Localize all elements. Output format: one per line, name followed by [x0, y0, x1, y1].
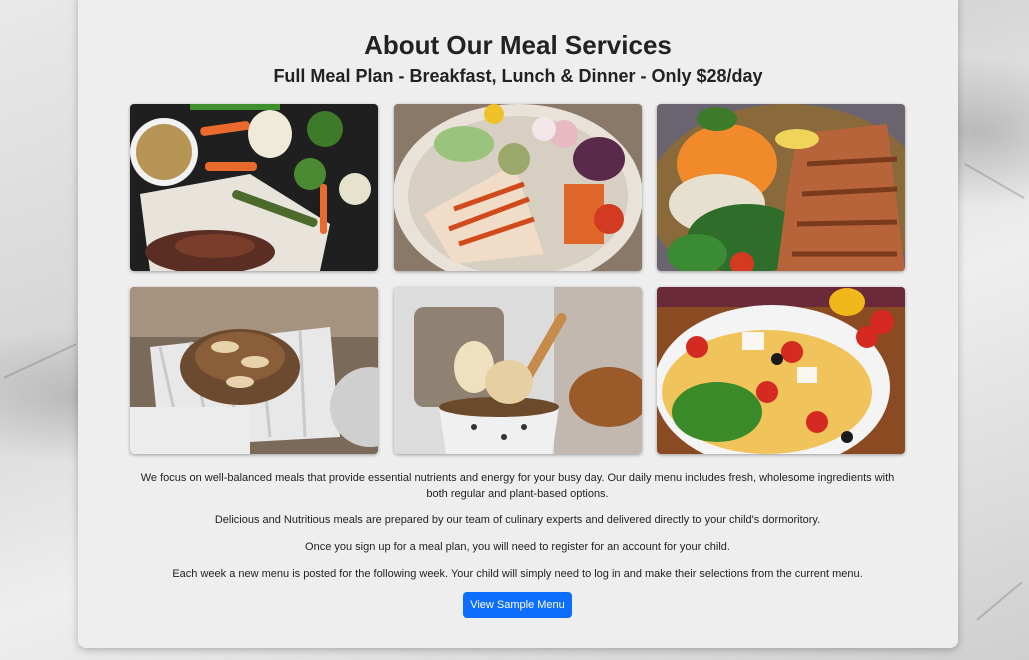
description-paragraph: Once you sign up for a meal plan, you wi… — [305, 541, 730, 553]
grilled-chicken-salad-photo — [657, 104, 905, 271]
chicken-salad-bowl-photo — [394, 104, 642, 271]
omelette-photo — [657, 287, 905, 454]
description-paragraph: Delicious and Nutritious meals are prepa… — [214, 514, 821, 526]
marble-vein — [976, 581, 1023, 621]
yogurt-parfait-photo — [394, 287, 642, 454]
page-title: About Our Meal Services — [364, 30, 672, 60]
about-card: About Our Meal Services Full Meal Plan -… — [78, 0, 958, 648]
almond-muffins-photo — [130, 287, 378, 454]
page-subtitle: Full Meal Plan - Breakfast, Lunch & Dinn… — [273, 66, 763, 86]
page: { "title": "About Our Meal Services", "s… — [0, 0, 1029, 660]
marble-vein — [964, 162, 1025, 200]
description-paragraph: We focus on well-balanced meals that pro… — [140, 472, 895, 500]
steak-vegetables-photo — [130, 104, 378, 271]
description-paragraph: Each week a new menu is posted for the f… — [172, 568, 863, 580]
view-sample-menu-button[interactable]: View Sample Menu — [463, 592, 572, 618]
marble-vein — [3, 343, 77, 379]
